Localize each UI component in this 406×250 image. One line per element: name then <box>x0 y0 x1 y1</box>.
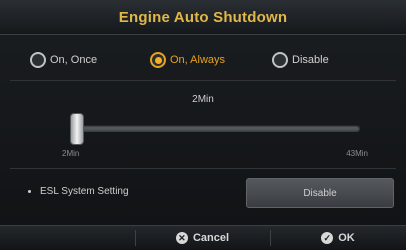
cancel-label: Cancel <box>192 232 230 244</box>
mode-label-disable: Disable <box>292 54 329 66</box>
title-bar: Engine Auto Shutdown <box>0 0 406 35</box>
esl-setting-row: ESL System Setting Disable <box>0 178 406 208</box>
divider <box>10 80 396 81</box>
dialog-title: Engine Auto Shutdown <box>118 8 288 26</box>
shutdown-time-slider-track[interactable] <box>70 125 360 132</box>
mode-radio-group: On, Once On, Always Disable <box>0 48 406 72</box>
slider-max-label: 43Min <box>346 149 368 158</box>
radio-button-icon[interactable] <box>272 52 288 68</box>
shutdown-time-slider-thumb[interactable] <box>70 113 84 145</box>
slider-min-label: 2Min <box>62 149 80 158</box>
bullet-icon <box>28 190 31 193</box>
engine-auto-shutdown-dialog: Engine Auto Shutdown On, Once On, Always… <box>0 0 406 250</box>
footer-bar: ✕ Cancel ✓ OK <box>0 225 406 250</box>
cancel-icon: ✕ <box>175 232 188 244</box>
esl-setting-label: ESL System Setting <box>40 186 129 197</box>
radio-button-icon[interactable] <box>30 52 46 68</box>
slider-value-label: 2Min <box>192 94 214 105</box>
ok-button[interactable]: ✓ OK <box>270 226 406 250</box>
cancel-button[interactable]: ✕ Cancel <box>135 226 270 250</box>
mode-label-on-once: On, Once <box>50 54 98 66</box>
esl-disable-button[interactable]: Disable <box>246 178 394 208</box>
radio-button-selected-icon[interactable] <box>150 52 166 68</box>
mode-option-on-always[interactable]: On, Always <box>150 48 225 72</box>
mode-option-disable[interactable]: Disable <box>272 48 329 72</box>
ok-label: OK <box>338 232 355 244</box>
divider <box>10 168 396 169</box>
mode-option-on-once[interactable]: On, Once <box>30 48 97 72</box>
check-icon: ✓ <box>321 232 334 244</box>
mode-label-on-always: On, Always <box>170 54 226 66</box>
